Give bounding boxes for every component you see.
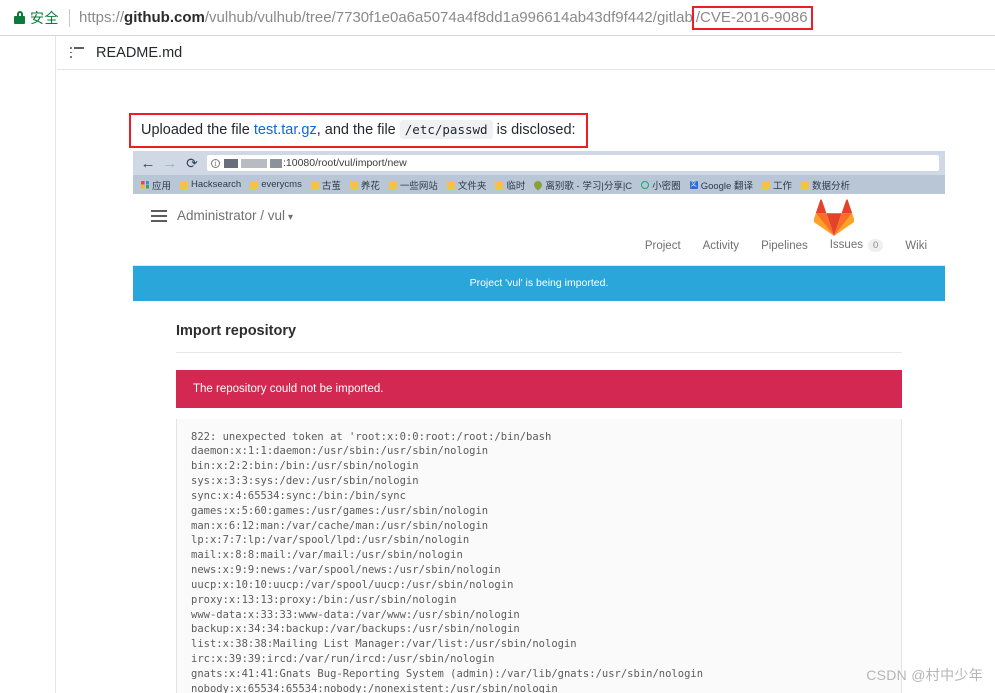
embedded-browser-screenshot: ← → ⟳ i :10080/root/vul/import/new 应用 Ha… — [133, 151, 945, 693]
apps-grid-icon — [141, 180, 149, 189]
bookmark-libiege[interactable]: 离别歌 - 学习|分享|C — [531, 178, 635, 192]
list-unordered-icon[interactable] — [70, 47, 84, 58]
nav-item-activity[interactable]: Activity — [703, 240, 739, 252]
folder-icon — [800, 180, 809, 189]
import-error-text: The repository could not be imported. — [193, 383, 384, 395]
folder-icon — [180, 180, 189, 189]
intro-text-middle: , and the file — [316, 122, 400, 138]
bookmark-label: 文件夹 — [457, 180, 487, 192]
hamburger-menu-icon[interactable] — [151, 210, 167, 222]
url-host: github.com — [124, 9, 205, 26]
intro-text-before: Uploaded the file — [141, 122, 254, 138]
bookmark-folder[interactable]: 文件夹 — [444, 178, 490, 192]
readme-file-header: README.md — [57, 36, 995, 70]
readme-intro-sentence: Uploaded the file test.tar.gz, and the f… — [129, 113, 588, 148]
nav-item-project[interactable]: Project — [645, 240, 681, 252]
readme-filename: README.md — [96, 44, 183, 61]
info-circle-icon[interactable]: i — [211, 158, 220, 168]
gitlab-main-content: Import repository The repository could n… — [133, 301, 945, 693]
bookmark-xiaomiquan[interactable]: 小密圈 — [638, 178, 684, 192]
breadcrumb-label: Administrator / vul — [177, 208, 286, 223]
url-highlighted-segment: /CVE-2016-9086 — [691, 5, 813, 30]
nav-item-wiki[interactable]: Wiki — [905, 240, 927, 252]
bookmark-label: 数据分析 — [811, 180, 850, 192]
bookmark-label: 小密圈 — [652, 180, 681, 192]
bookmark-google-translate[interactable]: 文 Google 翻译 — [687, 178, 756, 192]
url-path: /vulhub/vulhub/tree/7730f1e0a6a5074a4f8d… — [204, 9, 693, 26]
folder-icon — [250, 180, 259, 189]
bookmark-some-sites[interactable]: 一些网站 — [386, 178, 441, 192]
test-targz-link[interactable]: test.tar.gz — [254, 122, 317, 138]
inner-browser-toolbar: ← → ⟳ i :10080/root/vul/import/new — [133, 151, 945, 175]
pin-icon — [532, 178, 545, 191]
bookmark-label: Google 翻译 — [700, 180, 753, 192]
bookmark-apps[interactable]: 应用 — [138, 178, 174, 192]
bookmark-label: 一些网站 — [399, 180, 438, 192]
folder-icon — [388, 180, 397, 189]
bookmark-everycms[interactable]: everycms — [247, 179, 305, 190]
address-bar[interactable]: https://github.com/vulhub/vulhub/tree/77… — [79, 5, 813, 30]
etc-passwd-code: /etc/passwd — [399, 120, 493, 139]
folder-icon — [349, 180, 358, 189]
gitlab-page: Administrator / vul ▾ Project Activity P… — [133, 194, 945, 693]
bookmark-work[interactable]: 工作 — [759, 178, 795, 192]
inner-address-bar[interactable]: i :10080/root/vul/import/new — [207, 155, 939, 171]
lock-icon — [14, 11, 25, 24]
gitlab-header: Administrator / vul ▾ Project Activity P… — [133, 194, 945, 266]
breadcrumb[interactable]: Administrator / vul ▾ — [177, 208, 293, 223]
bookmark-label: 临时 — [506, 180, 526, 192]
bookmark-label: everycms — [261, 179, 302, 190]
inner-bookmarks-bar: 应用 Hacksearch everycms 古茧 养花 一些网站 文件夹 临时… — [133, 175, 945, 194]
bookmark-hacksearch[interactable]: Hacksearch — [177, 179, 244, 190]
reload-icon[interactable]: ⟳ — [181, 156, 203, 170]
bookmark-label: 古茧 — [321, 180, 341, 192]
arrow-left-icon[interactable]: ← — [137, 156, 159, 171]
import-error-alert: The repository could not be imported. — [176, 370, 902, 408]
chevron-down-icon[interactable]: ▾ — [288, 212, 293, 223]
bookmark-data-analysis[interactable]: 数据分析 — [798, 178, 853, 192]
page-title: Import repository — [176, 323, 297, 339]
security-label: 安全 — [30, 9, 59, 26]
bookmark-label: 离别歌 - 学习|分享|C — [545, 180, 633, 192]
browser-omnibox: 安全 https://github.com/vulhub/vulhub/tree… — [0, 0, 995, 36]
folder-icon — [761, 180, 770, 189]
url-scheme: https:// — [79, 9, 125, 26]
bookmark-guhui[interactable]: 古茧 — [308, 178, 344, 192]
green-ring-icon — [641, 180, 650, 189]
title-divider — [176, 352, 902, 353]
folder-icon — [495, 180, 504, 189]
inner-url-text: :10080/root/vul/import/new — [283, 157, 407, 169]
nav-item-pipelines[interactable]: Pipelines — [761, 240, 808, 252]
intro-text-after: is disclosed: — [492, 122, 576, 138]
folder-icon — [310, 180, 319, 189]
arrow-right-icon[interactable]: → — [159, 156, 181, 171]
page-left-gutter — [0, 36, 56, 693]
bookmark-label: Hacksearch — [191, 179, 242, 190]
github-page: README.md Uploaded the file test.tar.gz,… — [0, 36, 995, 693]
gitlab-project-nav: Project Activity Pipelines Issues 0 Wiki — [645, 239, 927, 252]
redacted-host — [224, 158, 282, 168]
nav-item-issues-label: Issues — [829, 239, 863, 251]
bookmark-label: 应用 — [152, 180, 172, 192]
folder-icon — [446, 180, 455, 189]
issues-count-badge: 0 — [867, 239, 884, 252]
import-status-banner: Project 'vul' is being imported. — [133, 266, 945, 301]
passwd-dump-codeblock: 822: unexpected token at 'root:x:0:0:roo… — [176, 418, 902, 693]
import-status-text: Project 'vul' is being imported. — [469, 277, 609, 289]
bookmark-temp[interactable]: 临时 — [492, 178, 528, 192]
bookmark-label: 养花 — [360, 180, 380, 192]
bookmark-label: 工作 — [772, 180, 792, 192]
omnibox-divider — [69, 8, 70, 27]
google-translate-icon: 文 — [689, 180, 698, 189]
readme-content: Uploaded the file test.tar.gz, and the f… — [57, 71, 995, 693]
bookmark-yanghua[interactable]: 养花 — [347, 178, 383, 192]
nav-item-issues[interactable]: Issues 0 — [830, 239, 884, 252]
gitlab-tanuki-logo — [813, 199, 855, 237]
